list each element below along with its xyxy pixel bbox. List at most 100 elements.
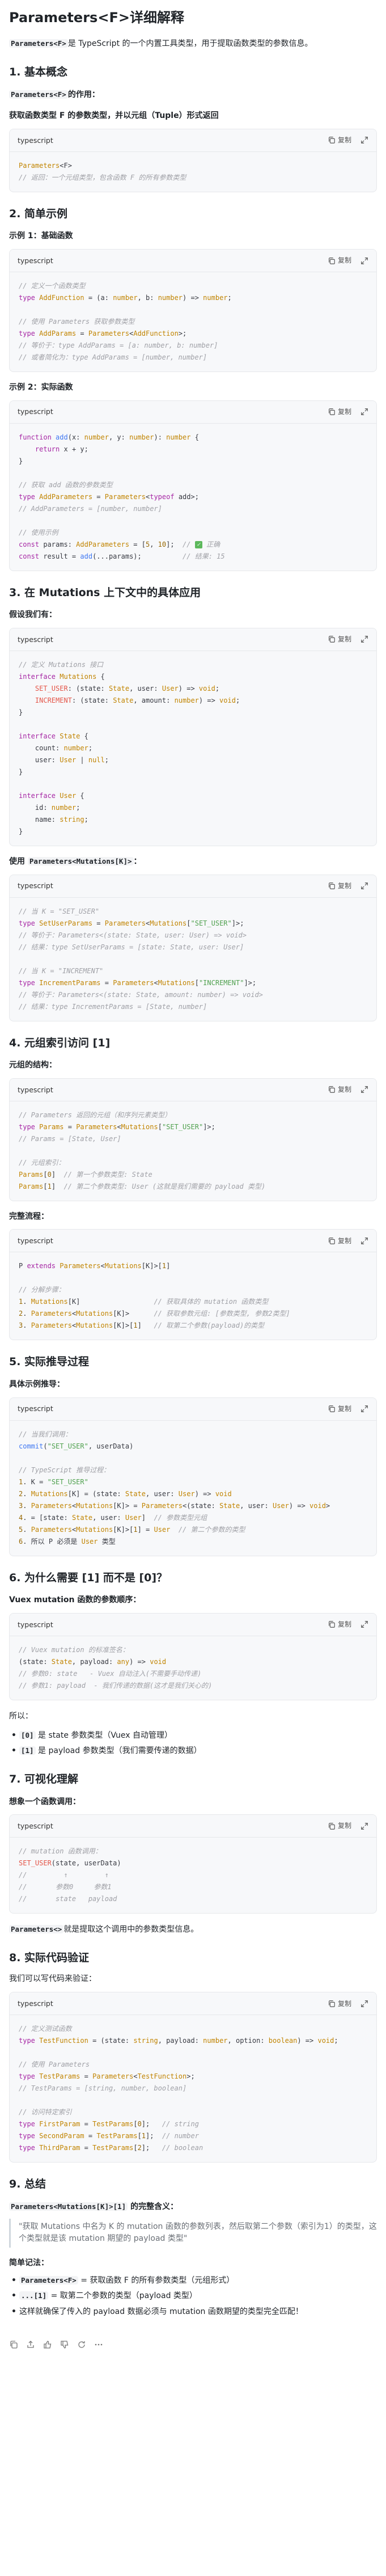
subheading: 假设我们有：: [9, 610, 57, 620]
expand-icon[interactable]: [360, 408, 368, 416]
code-language: typescript: [18, 1620, 53, 1629]
copy-label: 复制: [337, 635, 351, 644]
code-content: // Vuex mutation 的标准签名： (state: State, p…: [19, 1645, 213, 1690]
subheading-text: 的完整含义：: [128, 2202, 179, 2212]
copy-button[interactable]: 复制: [328, 1619, 351, 1630]
subheading: 完整流程：: [9, 1211, 49, 1221]
inline-code: [0]: [19, 1730, 36, 1739]
thumbs-down-icon[interactable]: [60, 2340, 69, 2349]
message-actions: [9, 2325, 377, 2363]
copy-icon: [329, 1621, 335, 1628]
code-block: typescript 复制 P extends Parameters<Mutat…: [9, 1229, 377, 1341]
copy-label: 复制: [337, 407, 351, 416]
code-content: // 当 K = "SET_USER" type SetUserParams =…: [19, 907, 263, 1011]
code-language: typescript: [18, 1404, 53, 1413]
code-language: typescript: [18, 407, 53, 416]
code-block: typescript 复制 function add(x: number, y:…: [9, 400, 377, 571]
code-language: typescript: [18, 881, 53, 890]
copy-icon: [329, 2000, 335, 2007]
section-heading-6: 6. 为什么需要 [1] 而不是 [0]？: [9, 1571, 168, 1584]
expand-icon[interactable]: [360, 1086, 368, 1093]
copy-label: 复制: [337, 1822, 351, 1830]
section-heading-2: 2. 简单示例: [9, 207, 68, 220]
subheading: 示例 1：基础函数: [9, 231, 73, 241]
inline-code: ...[1]: [19, 2291, 49, 2300]
copy-button[interactable]: 复制: [328, 135, 351, 146]
copy-label: 复制: [337, 1999, 351, 2008]
intro-text: 是 TypeScript 的一个内置工具类型，用于提取函数类型的参数信息。: [67, 39, 313, 49]
list-item-text: = 获取函数 F 的所有参数类型（元组形式）: [78, 2275, 235, 2285]
copy-icon: [329, 408, 335, 415]
code-content: // 定义 Mutations 接口 interface Mutations {…: [19, 660, 240, 835]
section-heading-5: 5. 实际推导过程: [9, 1355, 90, 1369]
copy-button[interactable]: 复制: [328, 1999, 351, 2009]
subheading: 元组的结构：: [9, 1061, 57, 1070]
code-block-header: typescript 复制: [10, 129, 376, 152]
code-content: // mutation 函数调用： SET_USER(state, userDa…: [19, 1847, 121, 1903]
copy-button[interactable]: 复制: [328, 634, 351, 645]
refresh-icon[interactable]: [77, 2340, 86, 2349]
copy-label: 复制: [337, 1620, 351, 1629]
expand-icon[interactable]: [360, 882, 368, 890]
expand-icon[interactable]: [360, 136, 368, 144]
subheading: Parameters<Mutations[K]>[1] 的完整含义：: [9, 2202, 377, 2213]
copy-button[interactable]: 复制: [328, 1821, 351, 1831]
code-block-header: typescript 复制: [10, 1815, 376, 1838]
list-item: Parameters<F> = 获取函数 F 的所有参数类型（元组形式）: [11, 2275, 377, 2287]
inline-code: Parameters<F>: [9, 39, 68, 48]
copy-label: 复制: [337, 256, 351, 265]
inline-code: Parameters<>: [9, 1925, 64, 1934]
copy-label: 复制: [337, 1404, 351, 1413]
paragraph-text: 就是提取这个调用中的参数类型信息。: [63, 1925, 199, 1935]
paragraph: 我们可以写代码来验证：: [9, 1974, 96, 1983]
code-language: typescript: [18, 635, 53, 644]
code-language: typescript: [18, 1999, 53, 2008]
section-heading-9: 9. 总结: [9, 2178, 46, 2191]
subheading: 想象一个函数调用：: [9, 1797, 80, 1806]
more-icon[interactable]: [94, 2340, 103, 2349]
share-icon[interactable]: [26, 2340, 35, 2349]
thumbs-up-icon[interactable]: [43, 2340, 52, 2349]
expand-icon[interactable]: [360, 635, 368, 643]
code-content: Parameters<F> // 返回：一个元组类型，包含函数 F 的所有参数类…: [19, 161, 186, 181]
copy-button[interactable]: 复制: [328, 1404, 351, 1414]
subheading: Parameters<F> 的作用：: [9, 90, 377, 101]
copy-icon[interactable]: [9, 2340, 18, 2349]
expand-icon[interactable]: [360, 2000, 368, 2008]
list-item: 这样就确保了传入的 payload 数据必须与 mutation 函数期望的类型…: [11, 2306, 377, 2319]
subheading-text: 使用: [9, 856, 28, 866]
copy-button[interactable]: 复制: [328, 1236, 351, 1247]
section-heading-3: 3. 在 Mutations 上下文中的具体应用: [9, 586, 201, 599]
expand-icon[interactable]: [360, 1822, 368, 1830]
list-item: [0] 是 state 参数类型（Vuex 自动管理）: [11, 1730, 377, 1742]
section-heading-1: 1. 基本概念: [9, 65, 68, 78]
list-item-text: 是 payload 参数类型（我们需要传递的数据）: [35, 1746, 202, 1756]
expand-icon[interactable]: [360, 1620, 368, 1628]
subheading-text: ：: [133, 856, 142, 866]
expand-icon[interactable]: [360, 257, 368, 265]
list-item-text: = 取第二个参数的类型（payload 类型）: [48, 2291, 197, 2301]
code-language: typescript: [18, 1085, 53, 1094]
expand-icon[interactable]: [360, 1237, 368, 1245]
code-content: // 定义一个函数类型 type AddFunction = (a: numbe…: [19, 282, 232, 362]
subheading: 示例 2：实际函数: [9, 383, 73, 392]
bullet-list: [0] 是 state 参数类型（Vuex 自动管理） [1] 是 payloa…: [9, 1730, 377, 1758]
copy-button[interactable]: 复制: [328, 255, 351, 266]
code-language: typescript: [18, 256, 53, 265]
code-language: typescript: [18, 136, 53, 145]
list-item: [1] 是 payload 参数类型（我们需要传递的数据）: [11, 1745, 377, 1758]
subheading: Vuex mutation 函数的参数顺序：: [9, 1595, 141, 1605]
copy-button[interactable]: 复制: [328, 407, 351, 417]
expand-icon[interactable]: [360, 1405, 368, 1413]
code-content: P extends Parameters<Mutations[K]>[1] //…: [19, 1262, 290, 1330]
code-block-header: typescript 复制: [10, 1613, 376, 1636]
list-item-text: 是 state 参数类型（Vuex 自动管理）: [35, 1730, 172, 1740]
copy-label: 复制: [337, 136, 351, 144]
copy-label: 复制: [337, 1236, 351, 1245]
copy-icon: [329, 1238, 335, 1244]
copy-button[interactable]: 复制: [328, 881, 351, 892]
code-block: typescript 复制 // 定义测试函数 type TestFunctio…: [9, 1992, 377, 2163]
page-title: Parameters<F>详细解释: [9, 10, 184, 26]
inline-code: [1]: [19, 1746, 36, 1755]
copy-button[interactable]: 复制: [328, 1084, 351, 1095]
